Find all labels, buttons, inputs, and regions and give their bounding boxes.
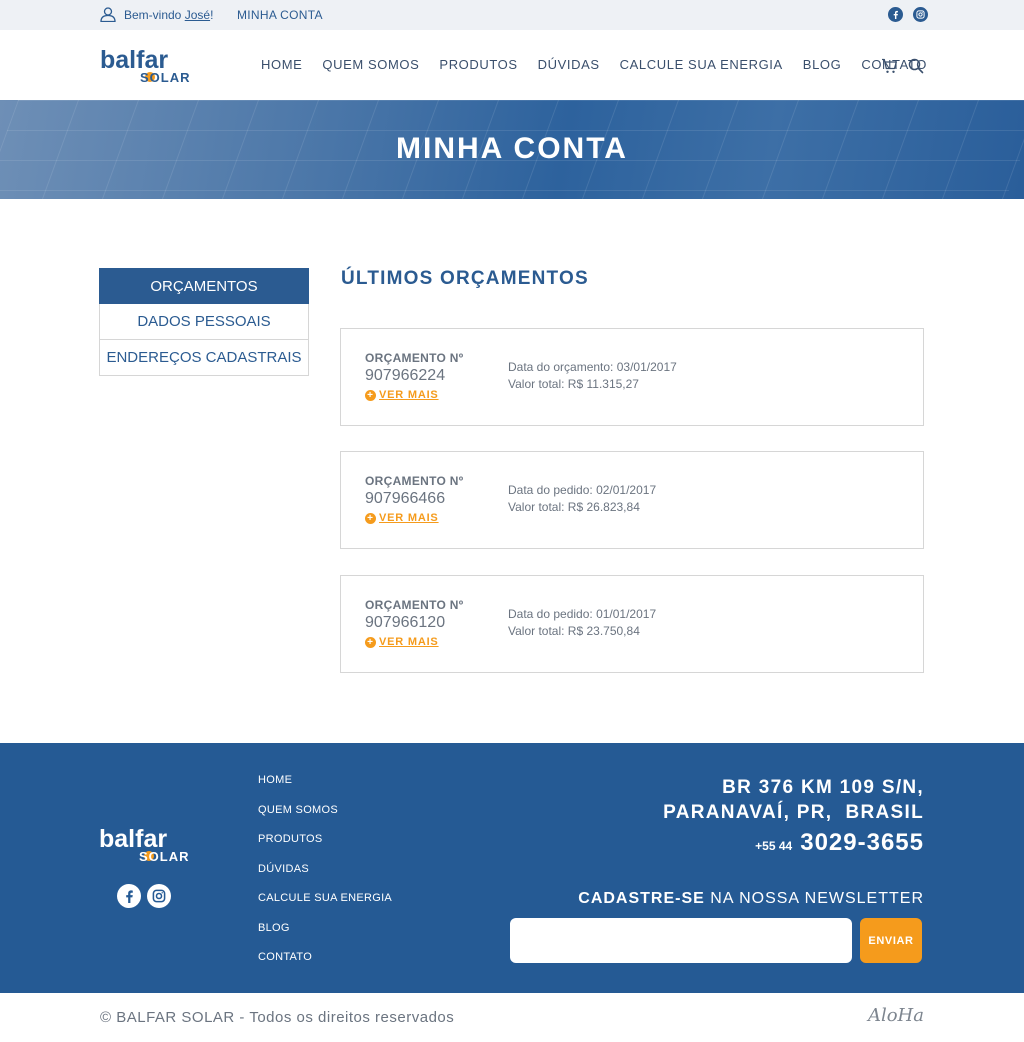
top-social-links [888, 7, 928, 22]
top-bar: Bem-vindo José! MINHA CONTA [0, 0, 1024, 30]
facebook-icon[interactable] [888, 7, 903, 22]
footer-logo-text-bottom: SOLAR [139, 849, 190, 863]
instagram-icon[interactable] [147, 884, 171, 908]
quote-date: Data do orçamento: 03/01/2017 [508, 360, 677, 374]
company-address: BR 376 KM 109 S/N, PARANAVAÍ, PR, BRASIL [663, 775, 924, 825]
quote-card: ORÇAMENTO Nº 907966466 + VER MAIS Data d… [340, 451, 924, 549]
address-line-1: BR 376 KM 109 S/N, [722, 777, 924, 798]
footer-nav-home[interactable]: HOME [258, 774, 392, 804]
newsletter-heading-rest: NA NOSSA NEWSLETTER [710, 890, 924, 907]
my-account-link[interactable]: MINHA CONTA [237, 8, 323, 22]
logo-text-bottom: SOLAR [140, 70, 191, 84]
footer-logo[interactable]: balfar SOLAR [99, 827, 201, 863]
welcome-message: Bem-vindo José! [100, 7, 213, 22]
plus-circle-icon: + [365, 389, 376, 401]
header-icons [881, 58, 924, 74]
company-phone: +55 44 3029-3655 [755, 829, 924, 857]
footer-nav-blog[interactable]: BLOG [258, 922, 392, 952]
sidebar-item-dados-pessoais[interactable]: DADOS PESSOAIS [99, 304, 309, 340]
nav-duvidas[interactable]: DÚVIDAS [538, 57, 600, 72]
view-more-label: VER MAIS [379, 636, 439, 648]
search-icon[interactable] [908, 58, 924, 74]
welcome-suffix: ! [210, 7, 214, 22]
phone-number: 3029-3655 [800, 829, 924, 856]
newsletter-submit-button[interactable]: ENVIAR [860, 918, 922, 963]
nav-blog[interactable]: BLOG [803, 57, 842, 72]
copyright-text: © BALFAR SOLAR - Todos os direitos reser… [100, 1009, 455, 1026]
nav-home[interactable]: HOME [261, 57, 302, 72]
header: balfar SOLAR HOME QUEM SOMOS PRODUTOS DÚ… [0, 30, 1024, 100]
view-more-label: VER MAIS [379, 512, 439, 524]
newsletter-heading-bold: CADASTRE-SE [578, 890, 705, 907]
page-banner: MINHA CONTA [0, 100, 1024, 199]
footer-nav-quem-somos[interactable]: QUEM SOMOS [258, 804, 392, 834]
section-title: ÚLTIMOS ORÇAMENTOS [341, 268, 589, 289]
sidebar-item-orcamentos[interactable]: ORÇAMENTOS [99, 268, 309, 304]
footer-nav-contato[interactable]: CONTATO [258, 951, 392, 981]
quote-number: 907966224 [365, 367, 446, 384]
nav-quem-somos[interactable]: QUEM SOMOS [322, 57, 419, 72]
view-more-link[interactable]: + VER MAIS [365, 636, 439, 648]
bottom-bar: © BALFAR SOLAR - Todos os direitos reser… [0, 993, 1024, 1042]
quote-date: Data do pedido: 01/01/2017 [508, 607, 657, 621]
welcome-prefix: Bem-vindo [124, 7, 182, 22]
account-sidebar: ORÇAMENTOS DADOS PESSOAIS ENDEREÇOS CADA… [99, 268, 309, 376]
footer-social-links [117, 884, 171, 908]
balfar-solar-logo[interactable]: balfar SOLAR [100, 48, 202, 84]
facebook-icon[interactable] [117, 884, 141, 908]
footer: balfar SOLAR HOME QUEM SOMOS PRODUTOS DÚ… [0, 743, 1024, 993]
newsletter-email-input[interactable] [510, 918, 852, 963]
plus-circle-icon: + [365, 636, 376, 648]
nav-produtos[interactable]: PRODUTOS [439, 57, 517, 72]
quote-total: Valor total: R$ 11.315,27 [508, 377, 639, 391]
main-nav: HOME QUEM SOMOS PRODUTOS DÚVIDAS CALCULE… [261, 57, 927, 72]
footer-nav-calcule-energia[interactable]: CALCULE SUA ENERGIA [258, 892, 392, 922]
quote-number: 907966466 [365, 490, 446, 507]
user-name-link[interactable]: José [185, 8, 210, 22]
user-icon [100, 7, 116, 22]
phone-ddd: +55 44 [755, 839, 793, 853]
footer-nav: HOME QUEM SOMOS PRODUTOS DÚVIDAS CALCULE… [258, 774, 392, 981]
footer-nav-produtos[interactable]: PRODUTOS [258, 833, 392, 863]
instagram-icon[interactable] [913, 7, 928, 22]
quote-card: ORÇAMENTO Nº 907966224 + VER MAIS Data d… [340, 328, 924, 426]
quote-total: Valor total: R$ 26.823,84 [508, 500, 640, 514]
quote-label: ORÇAMENTO Nº [365, 351, 464, 365]
quote-date: Data do pedido: 02/01/2017 [508, 483, 657, 497]
quote-label: ORÇAMENTO Nº [365, 474, 464, 488]
newsletter-heading: CADASTRE-SE NA NOSSA NEWSLETTER [578, 890, 924, 908]
quote-card: ORÇAMENTO Nº 907966120 + VER MAIS Data d… [340, 575, 924, 673]
plus-circle-icon: + [365, 512, 376, 524]
agency-logo[interactable]: AloHa [868, 1005, 924, 1026]
cart-icon[interactable] [881, 58, 898, 74]
view-more-link[interactable]: + VER MAIS [365, 389, 439, 401]
sidebar-item-enderecos[interactable]: ENDEREÇOS CADASTRAIS [99, 340, 309, 376]
nav-calcule-energia[interactable]: CALCULE SUA ENERGIA [620, 57, 783, 72]
address-line-2: PARANAVAÍ, PR, BRASIL [663, 802, 924, 823]
quote-number: 907966120 [365, 614, 446, 631]
view-more-label: VER MAIS [379, 389, 439, 401]
footer-nav-duvidas[interactable]: DÚVIDAS [258, 863, 392, 893]
quote-label: ORÇAMENTO Nº [365, 598, 464, 612]
quote-total: Valor total: R$ 23.750,84 [508, 624, 640, 638]
page-title: MINHA CONTA [396, 132, 628, 165]
view-more-link[interactable]: + VER MAIS [365, 512, 439, 524]
